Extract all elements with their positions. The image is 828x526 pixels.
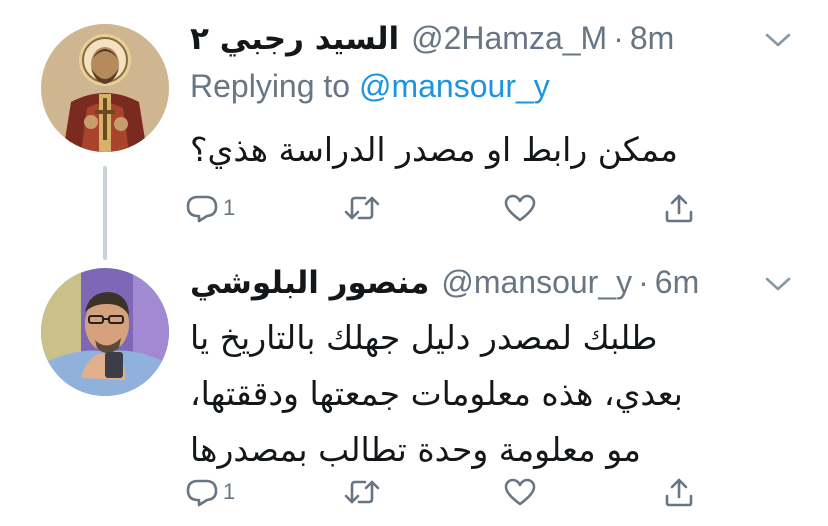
man-photo-image <box>41 268 169 396</box>
thread-connector-line <box>103 166 107 260</box>
chevron-down-icon[interactable] <box>764 30 792 50</box>
tweet-1-text: ممكن رابط او مصدر الدراسة هذي؟ <box>190 122 794 178</box>
tweet-2-actions: 1 <box>185 472 745 512</box>
retweet-button[interactable] <box>343 188 381 228</box>
reply-button[interactable]: 1 <box>185 472 235 512</box>
like-button[interactable] <box>503 188 537 228</box>
replying-to-label: Replying to <box>190 68 351 104</box>
reply-count: 1 <box>223 195 236 220</box>
icon-painting-image <box>41 24 169 152</box>
share-button[interactable] <box>663 472 695 512</box>
avatar-icon-painting[interactable] <box>41 24 169 152</box>
tweet-text-line: طلبك لمصدر دليل جهلك بالتاريخ يا <box>190 318 658 357</box>
reply-bubble-icon <box>186 195 218 223</box>
replying-to-mention[interactable]: @mansour_y <box>359 68 550 104</box>
share-upload-icon <box>665 478 693 507</box>
share-upload-icon <box>665 194 693 223</box>
display-name[interactable]: السيد رجبي ٢ <box>190 21 399 57</box>
share-button[interactable] <box>663 188 695 228</box>
tweet-1-header: السيد رجبي ٢ @2Hamza_M · 8m <box>190 20 674 64</box>
like-button[interactable] <box>503 472 537 512</box>
avatar-man-photo[interactable] <box>41 268 169 396</box>
separator-dot: · <box>613 20 624 56</box>
display-name[interactable]: منصور البلوشي <box>190 265 429 301</box>
tweet-2-text: طلبك لمصدر دليل جهلك بالتاريخ يا بعدي، ه… <box>190 310 794 478</box>
tweet-text-line: مو معلومة وحدة تطالب بمصدرها <box>190 430 641 469</box>
chevron-down-icon[interactable] <box>764 274 792 294</box>
retweet-icon <box>344 480 380 504</box>
reply-bubble-icon <box>186 479 218 507</box>
timestamp[interactable]: 6m <box>655 264 699 301</box>
separator-dot: · <box>638 264 649 300</box>
heart-icon <box>504 194 536 222</box>
tweet-thread: السيد رجبي ٢ @2Hamza_M · 8m Replying to … <box>0 0 828 526</box>
timestamp[interactable]: 8m <box>630 20 674 57</box>
reply-button[interactable]: 1 <box>185 188 235 228</box>
tweet-2-header: منصور البلوشي @mansour_y · 6m <box>190 264 699 308</box>
replying-to-line: Replying to @mansour_y <box>190 68 550 105</box>
retweet-button[interactable] <box>343 472 381 512</box>
heart-icon <box>504 478 536 506</box>
tweet-text-line: ممكن رابط او مصدر الدراسة هذي؟ <box>190 130 678 169</box>
retweet-icon <box>344 196 380 220</box>
tweet-1-actions: 1 <box>185 188 745 228</box>
tweet-text-line: بعدي، هذه معلومات جمعتها ودققتها، <box>190 374 683 413</box>
user-handle[interactable]: @mansour_y <box>441 264 632 301</box>
reply-count: 1 <box>223 479 236 504</box>
user-handle[interactable]: @2Hamza_M <box>411 20 607 57</box>
